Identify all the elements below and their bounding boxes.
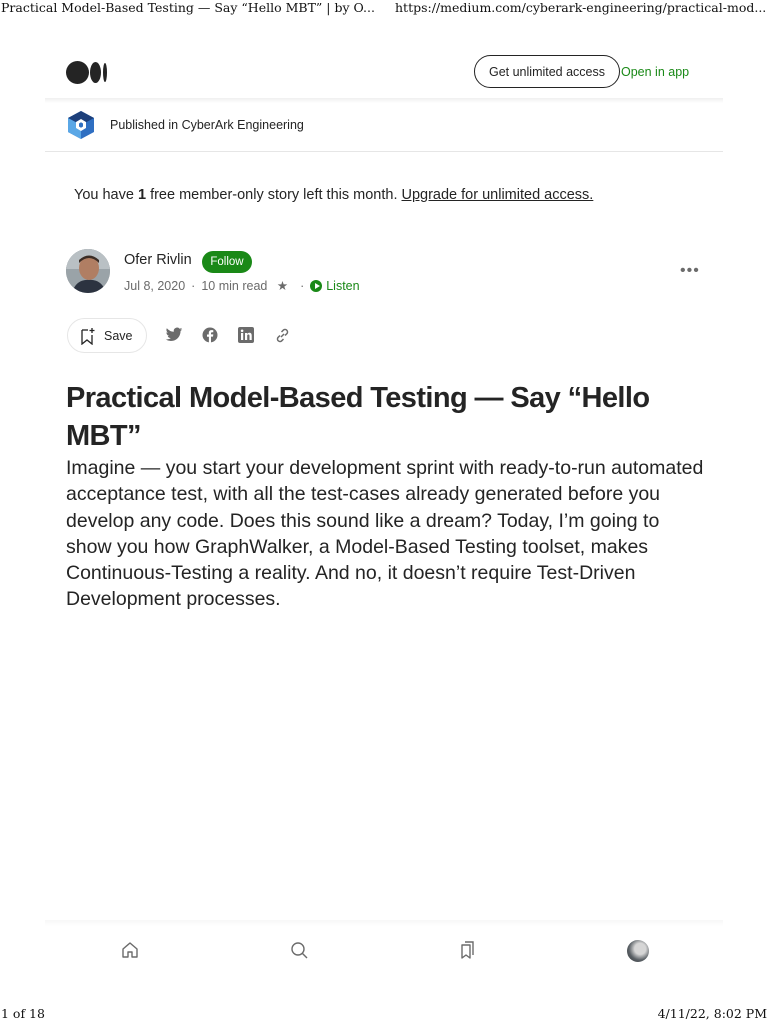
save-button[interactable]: Save — [67, 318, 147, 353]
facebook-icon[interactable] — [202, 327, 218, 348]
article-meta: Jul 8, 2020 · 10 min read ★ · Listen — [124, 279, 360, 293]
print-header: Practical Model-Based Testing — Say “Hel… — [0, 0, 768, 16]
member-notice: You have 1 free member-only story left t… — [74, 187, 593, 203]
profile-avatar[interactable] — [627, 940, 649, 962]
print-url: https://medium.com/cyberark-engineering/… — [395, 0, 767, 15]
play-icon — [310, 280, 323, 292]
notice-prefix: You have — [74, 187, 138, 203]
print-footer: 1 of 18 4/11/22, 8:02 PM — [0, 1004, 768, 1024]
print-datetime: 4/11/22, 8:02 PM — [657, 1006, 767, 1021]
listen-button[interactable]: Listen — [310, 279, 360, 293]
search-icon[interactable] — [289, 940, 309, 965]
top-bar: Get unlimited access Open in app — [0, 52, 768, 94]
notice-count: 1 — [137, 187, 147, 203]
publication-row: Published in CyberArk Engineering — [0, 110, 768, 140]
print-title: Practical Model-Based Testing — Say “Hel… — [1, 0, 375, 15]
twitter-icon[interactable] — [165, 327, 183, 348]
page-number: 1 of 18 — [1, 1006, 45, 1021]
open-in-app-link[interactable]: Open in app — [621, 65, 689, 79]
more-options-icon[interactable]: ••• — [680, 262, 700, 280]
bottom-nav — [0, 937, 768, 967]
link-icon[interactable] — [274, 327, 291, 349]
get-unlimited-access-button[interactable]: Get unlimited access — [474, 55, 620, 88]
linkedin-icon[interactable] — [238, 327, 254, 348]
article-intro: Imagine — you start your development spr… — [66, 457, 704, 611]
article-title: Practical Model-Based Testing — Say “Hel… — [66, 382, 650, 452]
header-shadow — [45, 98, 723, 103]
medium-logo-icon[interactable] — [66, 60, 108, 86]
actions-row: Save — [0, 318, 768, 356]
upgrade-link[interactable]: Upgrade for unlimited access. — [402, 187, 594, 203]
notice-middle: free member-only story left this month. — [146, 187, 402, 203]
bookmarks-icon[interactable] — [458, 940, 478, 965]
listen-label: Listen — [326, 279, 360, 293]
divider — [45, 151, 723, 152]
bookmark-add-icon — [81, 327, 95, 345]
read-time: 10 min read — [201, 279, 268, 293]
bottom-shadow — [45, 920, 723, 926]
save-label: Save — [104, 328, 133, 343]
star-icon: ★ — [276, 279, 289, 293]
author-row: Ofer Rivlin Follow Jul 8, 2020 · 10 min re… — [0, 248, 768, 296]
published-in-label[interactable]: Published in CyberArk Engineering — [110, 118, 304, 132]
publish-date: Jul 8, 2020 — [124, 279, 186, 293]
home-icon[interactable] — [120, 940, 140, 965]
author-avatar[interactable] — [66, 249, 110, 293]
cyberark-logo-icon[interactable] — [68, 111, 94, 139]
author-name[interactable]: Ofer Rivlin — [124, 252, 192, 268]
follow-button[interactable]: Follow — [202, 251, 252, 273]
